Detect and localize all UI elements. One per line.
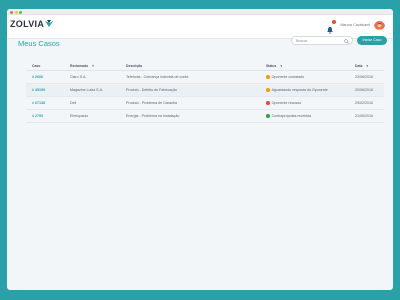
minimize-window-button[interactable] [14,10,18,14]
notifications-bell-icon[interactable] [326,19,337,34]
sort-arrow-icon[interactable]: ▾ [92,64,94,68]
logo-mark-icon [45,20,55,27]
status-dot-icon [266,75,270,79]
reclamado-cell: Magazine Luiza S.A. [70,88,103,93]
table-header: Caso Reclamado ▾ Descrição Status ▾ Data ▾ [26,61,384,71]
header-status[interactable]: Status ▾ [266,64,282,68]
header-caso[interactable]: Caso [32,64,40,68]
search-icon[interactable] [344,39,349,44]
app-window: ZOLVIA Marcos Cavalcanti Meus Casos Busc… [7,9,393,290]
header-descricao[interactable]: Descrição [126,64,142,68]
user-name: Marcos Cavalcanti [340,22,370,27]
case-id-link[interactable]: # 67138 [32,101,45,105]
search-input[interactable]: Buscar [291,36,353,45]
descricao-cell: Telefonia - Cobrança indevida de conta [126,75,189,80]
search-placeholder: Buscar [296,39,308,44]
header-data[interactable]: Data ▾ [355,64,368,68]
case-id-link[interactable]: # 45199 [32,88,45,92]
date-cell: 21/05/2016 [355,114,373,119]
page-title: Meus Casos [18,39,60,48]
header-reclamado[interactable]: Reclamado ▾ [70,64,94,68]
notification-badge [332,19,337,24]
status-cell: Aguardando resposta do Oponente [266,88,328,92]
user-menu[interactable]: Marcos Cavalcanti [326,19,385,34]
reclamado-cell: Eletropaulo [70,114,89,119]
status-cell: Oponente contatado [266,75,304,79]
status-dot-icon [266,101,270,105]
cases-table: Caso Reclamado ▾ Descrição Status ▾ Data ▾ … [26,61,384,123]
status-dot-icon [266,88,270,92]
close-window-button[interactable] [10,10,13,14]
status-cell: Contraproposta recebida [266,114,311,118]
date-cell: 23/06/2016 [355,75,373,80]
avatar-icon[interactable] [374,19,385,30]
descricao-cell: Produto - Defeito de Fabricação [126,88,177,93]
brand-name: ZOLVIA [10,19,45,29]
case-id-link[interactable]: # 2606 [32,75,43,79]
brand-logo[interactable]: ZOLVIA [10,19,55,29]
table-row[interactable]: # 2705 Eletropaulo Energia - Problema na… [26,110,384,123]
new-case-button[interactable]: Iniciar Caso [357,36,387,45]
descricao-cell: Produto - Problema de Garantia [126,101,177,106]
sort-arrow-icon[interactable]: ▾ [366,64,368,68]
maximize-window-button[interactable] [19,10,22,14]
table-row[interactable]: # 2606 Claro S.A. Telefonia - Cobrança i… [26,71,384,84]
table-row[interactable]: # 67138 Dell Produto - Problema de Garan… [26,97,384,110]
case-id-link[interactable]: # 2705 [32,114,43,118]
date-cell: 29/02/2016 [355,101,373,106]
status-dot-icon [266,114,270,118]
table-row[interactable]: # 45199 Magazine Luiza S.A. Produto - De… [26,84,384,97]
status-cell: Oponente recusou [266,101,301,105]
reclamado-cell: Dell [70,101,77,106]
descricao-cell: Energia - Problema na Instalação [126,114,180,119]
reclamado-cell: Claro S.A. [70,75,87,80]
sort-arrow-icon[interactable]: ▾ [280,64,282,68]
date-cell: 20/06/2016 [355,88,373,93]
